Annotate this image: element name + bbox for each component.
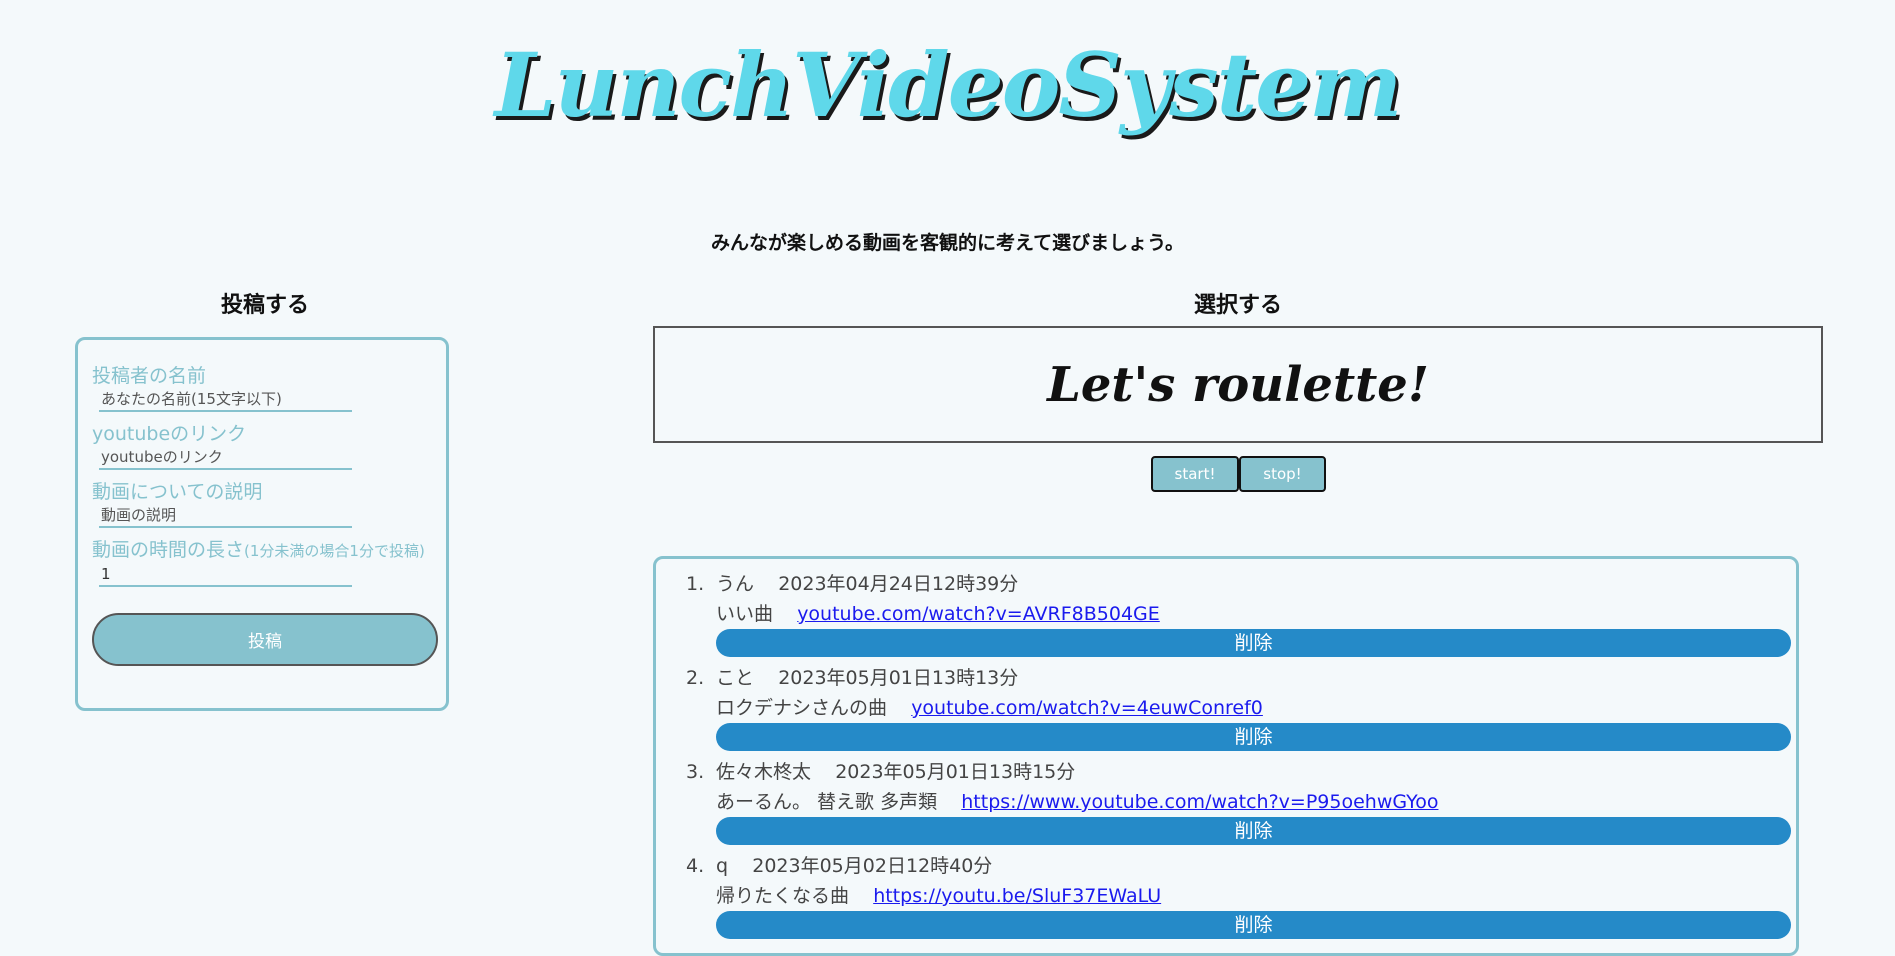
description-field: 動画についての説明	[92, 480, 432, 528]
post-section-heading: 投稿する	[220, 293, 309, 318]
item-datetime: 2023年05月01日13時13分	[778, 667, 1019, 689]
youtube-link-field: youtubeのリンク	[92, 422, 432, 470]
item-video-link[interactable]: youtube.com/watch?v=AVRF8B504GE	[797, 603, 1160, 625]
site-title: LunchVideoSystem	[494, 33, 1403, 137]
item-datetime: 2023年05月02日12時40分	[752, 855, 993, 877]
select-section-heading: 選択する	[1193, 293, 1282, 318]
description-label-text: 動画についての説明	[92, 481, 263, 503]
item-description-row: 帰りたくなる曲 https://youtu.be/SluF37EWaLU	[716, 881, 1768, 911]
item-datetime: 2023年05月01日13時15分	[835, 761, 1076, 783]
description-label: 動画についての説明	[92, 480, 432, 504]
youtube-link-label-text: youtubeのリンク	[92, 423, 247, 445]
item-video-link[interactable]: youtube.com/watch?v=4euwConref0	[911, 697, 1263, 719]
item-description-row: あーるん。 替え歌 多声類 https://www.youtube.com/wa…	[716, 787, 1768, 817]
item-poster: 佐々木柊太	[716, 761, 812, 783]
post-form: 投稿者の名前 youtubeのリンク 動画についての説明 動画の時間の長さ(1分…	[75, 337, 449, 711]
item-description-row: ロクデナシさんの曲 youtube.com/watch?v=4euwConref…	[716, 693, 1768, 723]
youtube-link-input[interactable]	[99, 446, 352, 470]
delete-button[interactable]: 削除	[716, 817, 1791, 845]
video-list-item: 3. 佐々木柊太 2023年05月01日13時15分 あーるん。 替え歌 多声類…	[686, 757, 1791, 845]
submit-button[interactable]: 投稿	[92, 613, 438, 666]
video-list: 1. うん 2023年04月24日12時39分 いい曲 youtube.com/…	[686, 569, 1791, 945]
item-description: ロクデナシさんの曲	[716, 697, 888, 719]
video-list-item: 1. うん 2023年04月24日12時39分 いい曲 youtube.com/…	[686, 569, 1791, 657]
duration-label: 動画の時間の長さ(1分未満の場合1分で投稿)	[92, 538, 432, 563]
video-list-item: 4. q 2023年05月02日12時40分 帰りたくなる曲 https://y…	[686, 851, 1791, 939]
item-number: 4.	[686, 855, 705, 877]
duration-field: 動画の時間の長さ(1分未満の場合1分で投稿)	[92, 538, 432, 587]
youtube-link-label: youtubeのリンク	[92, 422, 432, 446]
item-poster: うん	[716, 573, 755, 595]
video-list-panel: 1. うん 2023年04月24日12時39分 いい曲 youtube.com/…	[653, 556, 1799, 956]
item-number: 1.	[686, 573, 705, 595]
item-description-row: いい曲 youtube.com/watch?v=AVRF8B504GE	[716, 599, 1768, 629]
delete-button[interactable]: 削除	[716, 629, 1791, 657]
video-list-item: 2. こと 2023年05月01日13時13分 ロクデナシさんの曲 youtub…	[686, 663, 1791, 751]
item-header: うん 2023年04月24日12時39分	[716, 569, 1768, 599]
duration-label-text: 動画の時間の長さ	[92, 539, 245, 561]
start-button[interactable]: start!	[1151, 456, 1239, 492]
stop-button[interactable]: stop!	[1239, 456, 1326, 492]
item-header: q 2023年05月02日12時40分	[716, 851, 1768, 881]
duration-input[interactable]	[99, 563, 352, 587]
item-header: こと 2023年05月01日13時13分	[716, 663, 1768, 693]
poster-name-input[interactable]	[99, 388, 352, 412]
item-datetime: 2023年04月24日12時39分	[778, 573, 1019, 595]
item-description: あーるん。 替え歌 多声類	[716, 791, 938, 813]
delete-button[interactable]: 削除	[716, 723, 1791, 751]
description-input[interactable]	[99, 504, 352, 528]
item-video-link[interactable]: https://www.youtube.com/watch?v=P95oehwG…	[961, 791, 1438, 813]
item-video-link[interactable]: https://youtu.be/SluF37EWaLU	[873, 885, 1161, 907]
item-poster: こと	[716, 667, 755, 689]
roulette-display: Let's roulette!	[653, 326, 1823, 443]
poster-name-field: 投稿者の名前	[92, 364, 432, 412]
item-description: 帰りたくなる曲	[716, 885, 850, 907]
item-header: 佐々木柊太 2023年05月01日13時15分	[716, 757, 1768, 787]
item-number: 2.	[686, 667, 705, 689]
item-poster: q	[716, 855, 729, 877]
poster-name-label: 投稿者の名前	[92, 364, 432, 388]
item-number: 3.	[686, 761, 705, 783]
item-description: いい曲	[716, 603, 774, 625]
poster-name-label-text: 投稿者の名前	[92, 365, 207, 387]
tagline: みんなが楽しめる動画を客観的に考えて選びましょう。	[711, 232, 1184, 254]
duration-label-note: (1分未満の場合1分で投稿)	[244, 542, 425, 560]
